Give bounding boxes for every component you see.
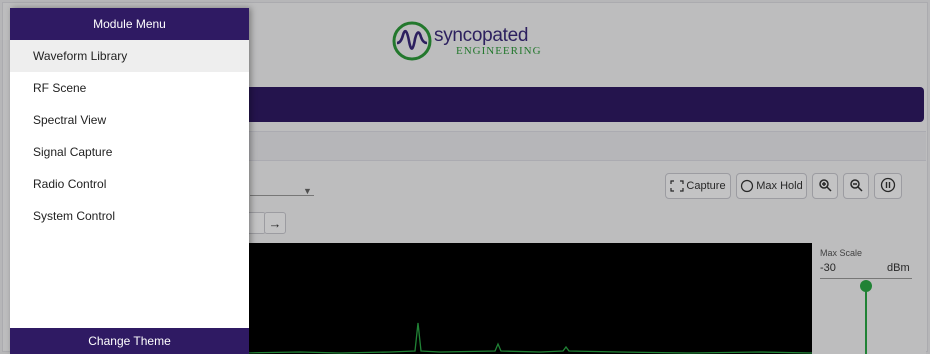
menu-item-radio-control[interactable]: Radio Control <box>10 168 249 200</box>
change-theme-button[interactable]: Change Theme <box>10 328 249 354</box>
menu-item-spectral-view[interactable]: Spectral View <box>10 104 249 136</box>
module-menu-drawer: Module Menu Waveform Library RF Scene Sp… <box>10 8 249 354</box>
menu-item-system-control[interactable]: System Control <box>10 200 249 232</box>
module-menu-list: Waveform Library RF Scene Spectral View … <box>10 40 249 232</box>
menu-item-signal-capture[interactable]: Signal Capture <box>10 136 249 168</box>
drawer-title: Module Menu <box>10 8 249 40</box>
menu-item-waveform-library[interactable]: Waveform Library <box>10 40 249 72</box>
menu-item-rf-scene[interactable]: RF Scene <box>10 72 249 104</box>
